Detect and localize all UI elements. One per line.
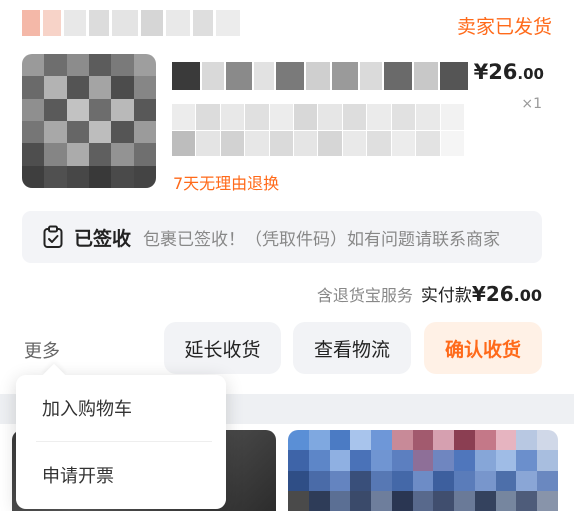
return-policy-tag: 7天无理由退换 <box>173 174 280 193</box>
view-logistics-button[interactable]: 查看物流 <box>293 322 411 374</box>
recommendation-card-image[interactable] <box>288 430 558 511</box>
product-image[interactable] <box>22 54 156 188</box>
price-currency: ¥ <box>473 60 489 84</box>
signed-clipboard-icon <box>43 225 63 248</box>
shop-name-redacted[interactable] <box>22 10 262 36</box>
shop-header: 卖家已发货 <box>22 8 552 42</box>
product-sku-redacted <box>172 104 464 156</box>
unit-price: ¥26.00 <box>474 60 544 84</box>
paid-label: 实付款 <box>420 286 472 306</box>
price-decimal: .00 <box>517 65 544 83</box>
price-integer: 26 <box>488 60 518 84</box>
order-status: 卖家已发货 <box>456 16 552 38</box>
delivery-status-description: 包裹已签收！（凭取件码）如有问题请联系商家 <box>143 229 501 250</box>
menu-item-add-to-cart[interactable]: 加入购物车 <box>16 375 226 441</box>
paid-decimal: .00 <box>513 286 542 305</box>
paid-integer: 26 <box>485 282 514 306</box>
extend-receipt-button[interactable]: 延长收货 <box>164 322 281 374</box>
paid-currency: ¥ <box>471 282 486 306</box>
payment-summary: 含退货宝服务 实付款¥26.00 <box>317 281 542 306</box>
product-title-redacted[interactable] <box>172 62 468 90</box>
confirm-receipt-button[interactable]: 确认收货 <box>424 322 542 374</box>
menu-item-request-invoice[interactable]: 申请开票 <box>16 442 226 508</box>
quantity: ×1 <box>521 96 542 112</box>
delivery-status-label: 已签收 <box>74 227 132 250</box>
return-insurance-service: 含退货宝服务 <box>316 286 413 305</box>
paid-total: 实付款¥26.00 <box>421 281 542 306</box>
more-button[interactable]: 更多 <box>24 337 60 363</box>
more-menu-popup: 加入购物车 申请开票 <box>16 363 226 509</box>
delivery-status-bar[interactable]: 已签收 包裹已签收！（凭取件码）如有问题请联系商家 <box>22 211 542 263</box>
